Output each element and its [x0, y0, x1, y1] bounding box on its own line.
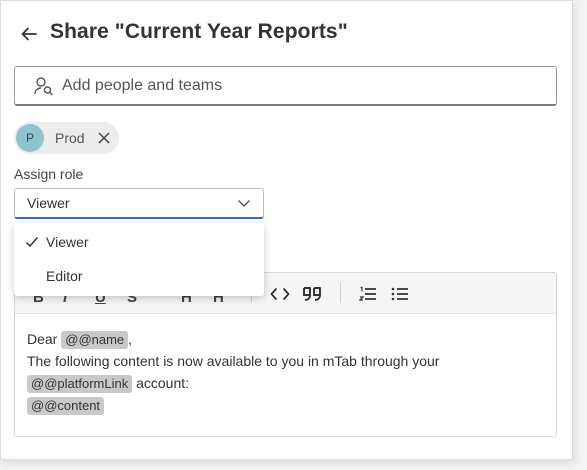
content-tag: @@content [27, 397, 105, 415]
chevron-down-icon [238, 200, 250, 207]
code-icon [270, 288, 290, 300]
code-button[interactable] [269, 283, 291, 305]
message-editor[interactable]: B I U S H H Dear @@name , The following … [14, 272, 557, 437]
body-line: The following content is now available t… [27, 353, 440, 369]
greeting-line: Dear @@name, [27, 328, 544, 350]
assign-role-label: Assign role [14, 166, 84, 182]
platform-line: @@platformLink account: [27, 372, 544, 394]
account-text: account: [136, 375, 190, 391]
bullet-list-button[interactable] [390, 283, 410, 305]
numbered-list-icon [359, 286, 376, 301]
search-placeholder: Add people and teams [62, 76, 223, 94]
share-dialog: Share "Current Year Reports" Add people … [0, 0, 573, 460]
quote-button[interactable] [301, 283, 323, 305]
role-select-value: Viewer [27, 195, 70, 211]
arrow-left-icon[interactable] [20, 25, 38, 43]
avatar: P [16, 124, 44, 152]
chip-label: Prod [55, 130, 85, 146]
role-dropdown-menu: Viewer Editor [14, 223, 264, 296]
check-icon [25, 237, 39, 248]
content-line: @@content [27, 394, 544, 416]
name-placeholder-tag: @@name [61, 331, 129, 349]
bullet-list-icon [391, 287, 408, 301]
search-input[interactable]: Add people and teams [14, 66, 557, 106]
comma-text: , [128, 331, 133, 347]
role-option-viewer[interactable]: Viewer [14, 227, 264, 257]
numbered-list-button[interactable] [358, 283, 378, 305]
close-icon[interactable] [97, 131, 111, 145]
dear-text: Dear [27, 331, 58, 347]
editor-content[interactable]: Dear @@name, The following content is no… [15, 314, 556, 416]
role-option-label: Viewer [46, 234, 89, 250]
dialog-title: Share "Current Year Reports" [50, 20, 348, 43]
quote-icon [303, 287, 321, 301]
role-option-label: Editor [46, 268, 83, 284]
platform-link-tag: @@platformLink [27, 375, 133, 393]
toolbar-divider [340, 283, 341, 303]
person-search-icon [34, 76, 53, 95]
selected-team-chip: P Prod [14, 122, 119, 154]
role-option-editor[interactable]: Editor [14, 261, 264, 291]
role-select[interactable]: Viewer [14, 188, 264, 219]
